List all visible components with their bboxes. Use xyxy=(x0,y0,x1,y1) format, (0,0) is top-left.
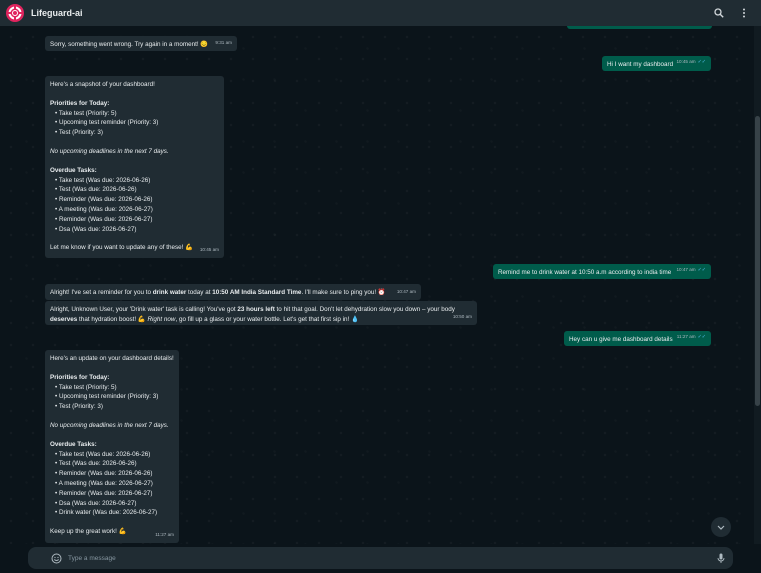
message-outgoing[interactable]: Remind me to drink water at 10:50 a.m ac… xyxy=(493,264,711,279)
message-bold-text: 10:50 AM India Standard Time xyxy=(212,289,302,296)
deadlines-note: No upcoming deadlines in the next 7 days… xyxy=(50,147,169,155)
message-text: Hi I want my dashboard xyxy=(607,61,674,68)
composer xyxy=(0,544,761,573)
message-incoming[interactable]: Here's an update on your dashboard detai… xyxy=(45,350,179,543)
message-text: Remind me to drink water at 10:50 a.m ac… xyxy=(498,269,672,276)
chat-header: Lifeguard-ai xyxy=(0,0,761,26)
chat-scrollbar[interactable] xyxy=(754,26,761,544)
double-check-icon: ✓✓ xyxy=(697,334,706,341)
message-bold-text: 23 hours left xyxy=(237,306,275,313)
list-item: • Test (Priority: 3) xyxy=(55,403,103,411)
list-item: • Take test (Priority: 5) xyxy=(55,383,117,391)
list-item: • Reminder (Was due: 2026-06-26) xyxy=(55,470,153,478)
message-incoming[interactable]: Alright, Unknown User, your 'Drink water… xyxy=(45,301,477,325)
list-item: • Upcoming test reminder (Priority: 3) xyxy=(55,119,159,127)
message-time: 10:47 am xyxy=(676,267,696,273)
search-icon[interactable] xyxy=(712,6,726,20)
message-text: today at xyxy=(186,289,213,296)
message-text: Here's a snapshot of your dashboard! xyxy=(50,81,155,88)
chat-title[interactable]: Lifeguard-ai xyxy=(31,8,83,18)
message-time: 11:27 am xyxy=(676,334,696,340)
message-text: to hit that goal. Don't let dehydration … xyxy=(274,306,455,313)
message-bubble-partial xyxy=(567,26,712,29)
list-item: • Reminder (Was due: 2026-06-27) xyxy=(55,489,153,497)
message-time: 10:45 am xyxy=(676,59,696,65)
message-text: Alright! I've set a reminder for you to xyxy=(50,289,153,296)
deadlines-note: No upcoming deadlines in the next 7 days… xyxy=(50,421,169,429)
list-item: • Test (Was due: 2026-06-26) xyxy=(55,186,137,194)
emoji-icon[interactable] xyxy=(49,551,63,565)
bot-avatar[interactable] xyxy=(6,4,24,22)
section-heading: Priorities for Today: xyxy=(50,99,110,107)
list-item: • A meeting (Was due: 2026-06-27) xyxy=(55,205,153,213)
message-input-bar xyxy=(28,547,733,569)
message-text: Alright, Unknown User, your 'Drink water… xyxy=(50,306,238,313)
message-incoming[interactable]: Here's a snapshot of your dashboard! Pri… xyxy=(45,76,224,258)
list-item: • Take test (Priority: 5) xyxy=(55,109,117,117)
double-check-icon: ✓✓ xyxy=(697,59,706,66)
scrollbar-thumb[interactable] xyxy=(755,116,760,406)
list-item: • Reminder (Was due: 2026-06-27) xyxy=(55,215,153,223)
message-outgoing[interactable]: Hi I want my dashboard 10:45 am ✓✓ xyxy=(602,56,711,71)
message-incoming[interactable]: Alright! I've set a reminder for you to … xyxy=(45,284,421,300)
list-item: • Dsa (Was due: 2026-06-27) xyxy=(55,225,137,233)
chevron-down-icon xyxy=(717,525,725,530)
message-bold-text: deserves xyxy=(50,315,78,323)
section-heading: Overdue Tasks: xyxy=(50,166,97,174)
list-item: • A meeting (Was due: 2026-06-27) xyxy=(55,479,153,487)
section-heading: Priorities for Today: xyxy=(50,373,110,381)
message-input[interactable] xyxy=(68,552,668,564)
message-outgoing[interactable]: Hey can u give me dashboard details 11:2… xyxy=(564,331,711,346)
message-text: Here's an update on your dashboard detai… xyxy=(50,355,174,362)
message-time: 10:50 am xyxy=(452,314,472,320)
message-time: 9:31 am xyxy=(215,40,232,46)
message-time: 10:47 am xyxy=(396,289,416,295)
message-text: Let me know if you want to update any of… xyxy=(50,244,193,252)
message-text: Sorry, something went wrong. Try again i… xyxy=(50,41,209,48)
message-time: 11:27 am xyxy=(155,532,174,538)
message-italic-text: Right now xyxy=(147,315,176,323)
scroll-to-bottom-button[interactable] xyxy=(711,517,731,537)
more-vertical-icon[interactable] xyxy=(737,6,751,20)
message-text: . I'll make sure to ping you! ⏰ xyxy=(301,289,386,296)
message-incoming[interactable]: Sorry, something went wrong. Try again i… xyxy=(45,36,237,51)
message-text: Hey can u give me dashboard details xyxy=(569,336,673,343)
list-item: • Reminder (Was due: 2026-06-26) xyxy=(55,196,153,204)
list-item: • Test (Priority: 3) xyxy=(55,129,103,137)
list-item: • Test (Was due: 2026-06-26) xyxy=(55,460,137,468)
list-item: • Drink water (Was due: 2026-06-27) xyxy=(55,509,158,517)
list-item: • Take test (Was due: 2026-06-26) xyxy=(55,450,151,458)
list-item: • Take test (Was due: 2026-06-26) xyxy=(55,176,151,184)
chat-area[interactable]: Sorry, something went wrong. Try again i… xyxy=(0,26,753,544)
list-item: • Upcoming test reminder (Priority: 3) xyxy=(55,393,159,401)
message-time: 10:45 am xyxy=(199,247,219,253)
list-item: • Dsa (Was due: 2026-06-27) xyxy=(55,499,137,507)
message-text: , go fill up a glass or your water bottl… xyxy=(175,315,359,323)
section-heading: Overdue Tasks: xyxy=(50,440,97,448)
message-text: that hydration boost! 💪 xyxy=(77,315,148,323)
message-bold-text: drink water xyxy=(152,289,187,296)
double-check-icon: ✓✓ xyxy=(697,267,706,274)
microphone-icon[interactable] xyxy=(714,551,728,565)
lifebuoy-icon xyxy=(8,6,22,20)
